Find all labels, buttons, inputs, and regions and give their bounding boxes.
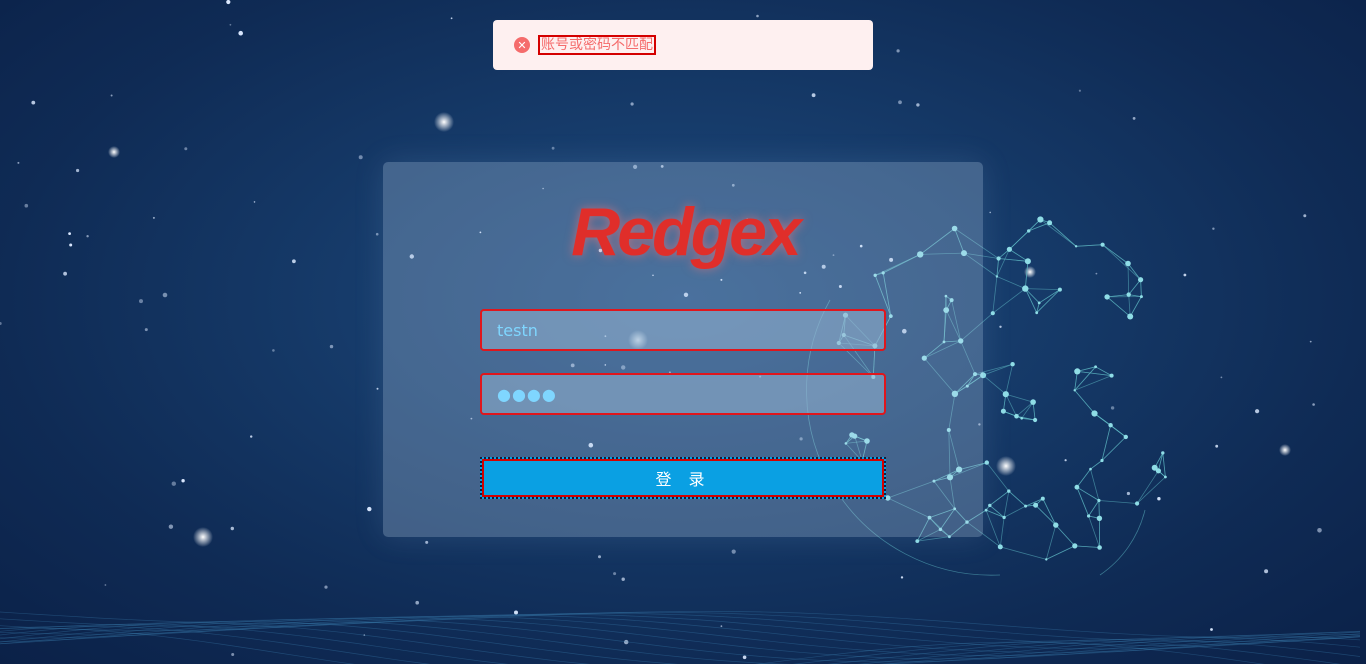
username-input[interactable]: testn: [480, 309, 886, 351]
error-message: 账号或密码不匹配: [538, 35, 656, 55]
error-toast: ✕ 账号或密码不匹配: [493, 20, 873, 70]
error-circle-icon: ✕: [514, 37, 530, 53]
brand-logo: Redgex: [571, 194, 802, 270]
password-value: ●●●●: [497, 384, 557, 404]
username-value: testn: [497, 320, 538, 340]
login-button[interactable]: 登 录: [480, 457, 886, 499]
password-input[interactable]: ●●●●: [480, 373, 886, 415]
